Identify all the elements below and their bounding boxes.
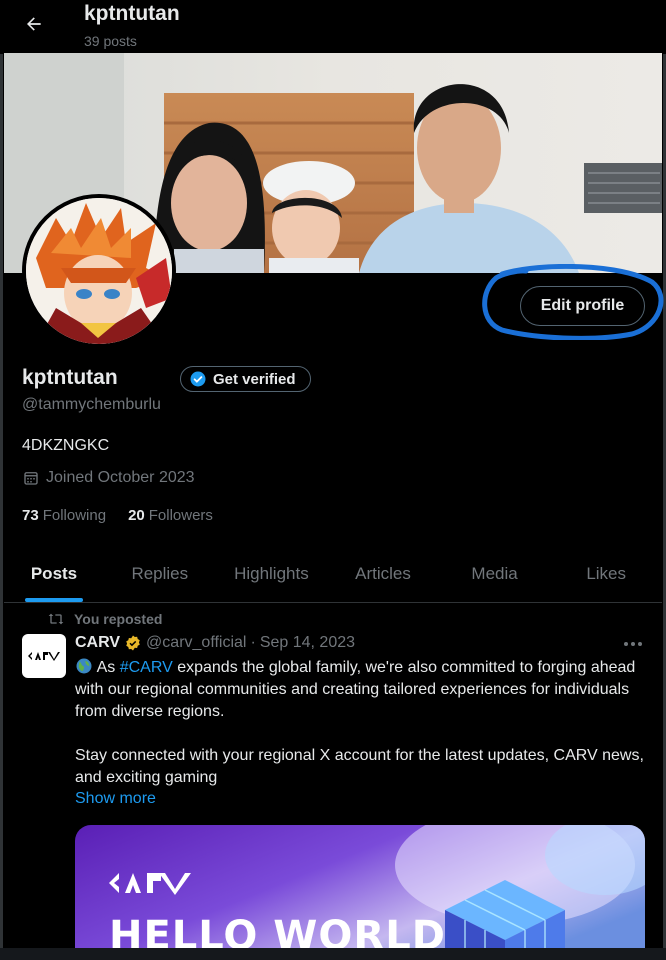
- tweet-paragraph-1: As #CARV expands the global family, we'r…: [75, 657, 645, 723]
- header-post-count: 39 posts: [84, 33, 137, 49]
- following-link[interactable]: 73 Following: [22, 507, 106, 524]
- follow-stats: 73 Following 20 Followers: [22, 507, 213, 524]
- verified-badge-icon: [190, 371, 206, 387]
- edit-profile-button[interactable]: Edit profile: [520, 286, 645, 326]
- calendar-icon: [24, 472, 38, 485]
- show-more-link[interactable]: Show more: [75, 790, 156, 808]
- followers-link[interactable]: 20 Followers: [128, 507, 213, 524]
- tab-highlights[interactable]: Highlights: [216, 545, 328, 602]
- tweet-date[interactable]: Sep 14, 2023: [260, 634, 355, 652]
- avatar-image: [26, 198, 172, 344]
- tab-media[interactable]: Media: [439, 545, 551, 602]
- more-horizontal-icon: [624, 642, 642, 646]
- profile-tabs: Posts Replies Highlights Articles Media …: [4, 545, 662, 603]
- bottom-edge: [0, 948, 666, 960]
- join-date: Joined October 2023: [22, 469, 195, 487]
- more-options-button[interactable]: [618, 632, 648, 656]
- tweet-header: CARV @carv_official · Sep 14, 2023: [75, 634, 355, 652]
- tab-posts[interactable]: Posts: [4, 545, 104, 602]
- profile-bio: 4DKZNGKC: [22, 437, 110, 454]
- tweet-media[interactable]: HELLO WORLD: [75, 825, 645, 960]
- display-name: kptntutan: [22, 366, 118, 389]
- following-count: 73: [22, 507, 39, 524]
- profile-handle: @tammychemburlu: [22, 396, 161, 413]
- tab-likes[interactable]: Likes: [550, 545, 662, 602]
- tweet-paragraph-2: Stay connected with your regional X acco…: [75, 747, 644, 786]
- gold-verified-badge-icon: [126, 635, 140, 651]
- tweet-author-avatar[interactable]: [22, 634, 66, 678]
- get-verified-label: Get verified: [213, 370, 296, 388]
- tweet-text-pre: As: [96, 659, 120, 676]
- tweet-author-name[interactable]: CARV: [75, 634, 120, 652]
- repost-label: You reposted: [74, 611, 163, 627]
- arrow-left-icon: [27, 17, 41, 31]
- header-title: kptntutan: [84, 2, 180, 25]
- carv-logo-icon: [28, 652, 60, 661]
- repost-indicator: You reposted: [48, 611, 162, 627]
- join-date-label: Joined October 2023: [46, 469, 195, 486]
- get-verified-button[interactable]: Get verified: [180, 366, 311, 392]
- back-button[interactable]: [18, 8, 50, 40]
- tab-replies[interactable]: Replies: [104, 545, 216, 602]
- hashtag-link[interactable]: #CARV: [120, 659, 173, 676]
- tweet-separator: ·: [250, 634, 256, 651]
- globe-emoji-icon: [76, 658, 92, 674]
- tweet-body: As #CARV expands the global family, we'r…: [75, 657, 645, 789]
- followers-count: 20: [128, 507, 145, 524]
- followers-label: Followers: [148, 507, 213, 524]
- tweet-author-handle[interactable]: @carv_official: [146, 634, 246, 652]
- following-label: Following: [42, 507, 107, 524]
- repost-icon: [48, 613, 64, 625]
- tab-articles[interactable]: Articles: [327, 545, 439, 602]
- profile-header: kptntutan 39 posts: [0, 0, 666, 54]
- profile-avatar[interactable]: [22, 194, 176, 348]
